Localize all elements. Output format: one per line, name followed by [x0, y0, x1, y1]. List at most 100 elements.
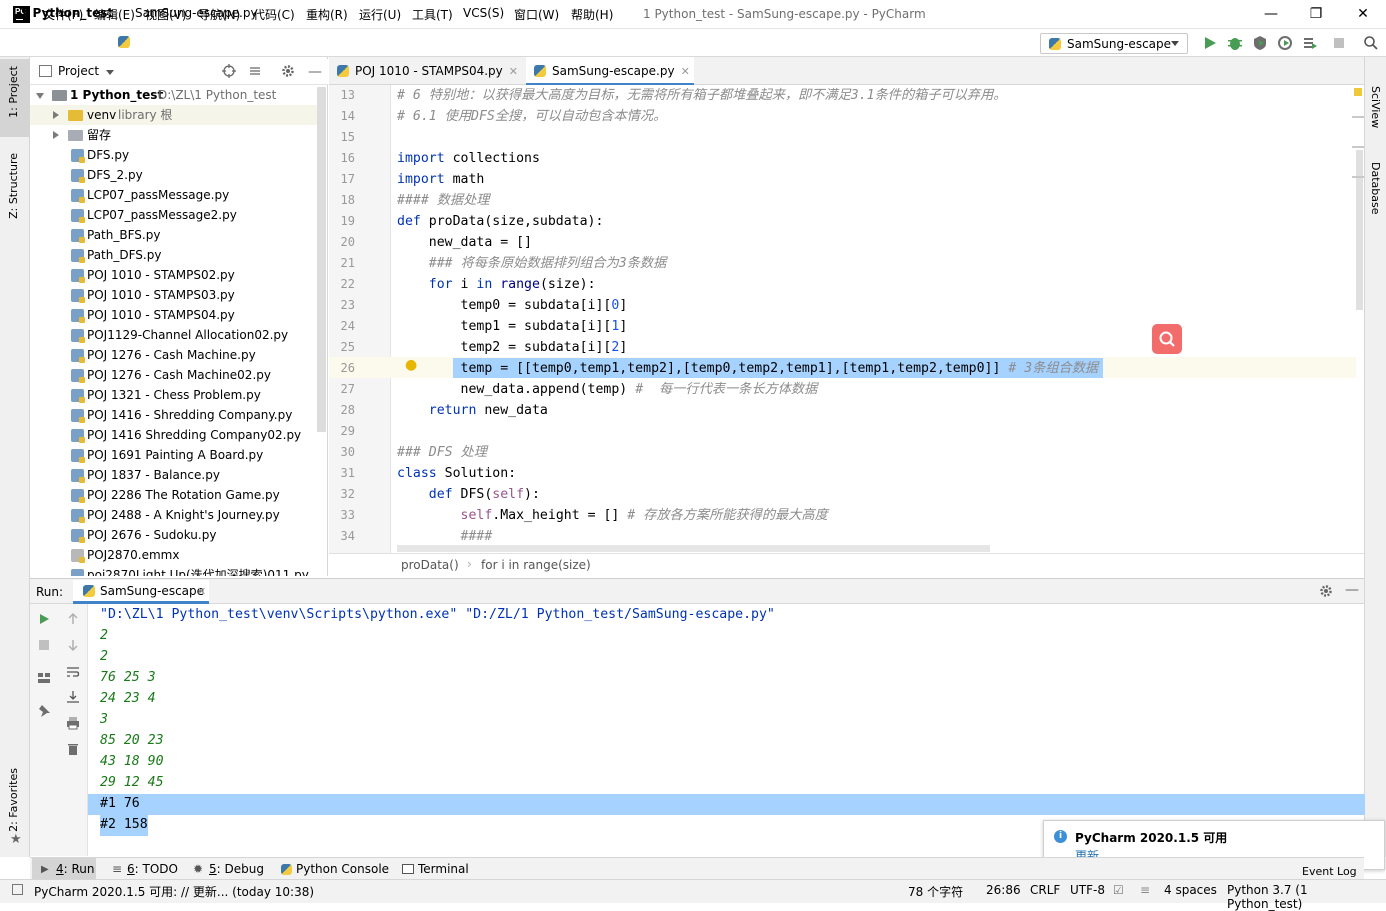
tree-file-item[interactable]: Path_BFS.py	[30, 225, 318, 245]
readonly-lock-icon[interactable]: ☑	[1113, 883, 1124, 897]
tree-root[interactable]: 1 Python_test D:\ZL\1 Python_test	[30, 85, 318, 105]
tree-file-item[interactable]: POJ 1321 - Chess Problem.py	[30, 385, 318, 405]
bottom-tab-todo[interactable]: 6: TODO	[127, 862, 178, 876]
coverage-icon[interactable]	[1252, 35, 1268, 51]
tree-file-item[interactable]: POJ 2488 - A Knight's Journey.py	[30, 505, 318, 525]
bottom-tab-run[interactable]: 4: Run	[56, 862, 95, 876]
status-encoding[interactable]: UTF-8	[1070, 883, 1105, 897]
editor-scroll-thumb[interactable]	[1356, 150, 1363, 310]
favorites-tool-tab[interactable]: 2: Favorites	[7, 768, 20, 832]
status-message[interactable]: PyCharm 2020.1.5 可用: // 更新... (today 10:…	[34, 883, 314, 900]
bottom-tab-terminal[interactable]: Terminal	[418, 862, 469, 876]
breadcrumb-loop[interactable]: for i in range(size)	[481, 558, 591, 572]
tree-file-item[interactable]: POJ 1837 - Balance.py	[30, 465, 318, 485]
stop-icon[interactable]	[1331, 35, 1347, 51]
tree-file-item[interactable]: POJ 1010 - STAMPS04.py	[30, 305, 318, 325]
tree-file-item[interactable]: poj2870Light Up(迭代加深搜索)011.py	[30, 565, 318, 576]
trash-icon[interactable]	[66, 742, 80, 756]
chevron-down-icon[interactable]	[106, 70, 114, 75]
editor-tab-stamps04[interactable]: POJ 1010 - STAMPS04.py ✕	[329, 57, 525, 85]
status-interpreter[interactable]: Python 3.7 (1 Python_test)	[1227, 883, 1386, 911]
menu-window[interactable]: 窗口(W)	[514, 6, 559, 23]
tree-item-venv[interactable]: venv library 根	[30, 105, 318, 125]
run-configuration-select[interactable]: SamSung-escape	[1040, 33, 1188, 54]
tree-file-item[interactable]: POJ 1276 - Cash Machine02.py	[30, 365, 318, 385]
project-scrollbar[interactable]	[317, 87, 326, 432]
minimize-icon[interactable]: —	[1261, 4, 1281, 24]
hide-panel-icon[interactable]: —	[1345, 582, 1359, 598]
editor-horizontal-scrollbar[interactable]	[397, 545, 990, 552]
search-everywhere-icon[interactable]	[1363, 35, 1379, 51]
close-tab-icon[interactable]: ✕	[509, 65, 518, 78]
tree-file-item[interactable]: DFS.py	[30, 145, 318, 165]
profile-icon[interactable]	[1277, 35, 1293, 51]
bottom-tab-debug[interactable]: 5: Debug	[209, 862, 264, 876]
pin-icon[interactable]	[37, 704, 51, 718]
gear-icon[interactable]	[281, 64, 295, 78]
concurrency-icon[interactable]	[1302, 35, 1318, 51]
debug-icon[interactable]	[1227, 35, 1243, 51]
editor-tab-samsung-escape[interactable]: SamSung-escape.py ✕	[526, 57, 694, 86]
close-icon[interactable]: ✕	[1353, 4, 1373, 24]
tree-file-item[interactable]: POJ1129-Channel Allocation02.py	[30, 325, 318, 345]
tree-item-folder[interactable]: 留存	[30, 125, 318, 145]
tree-file-item[interactable]: POJ 1276 - Cash Machine.py	[30, 345, 318, 365]
inspection-warning-icon[interactable]	[1354, 88, 1362, 96]
menu-vcs[interactable]: VCS(S)	[463, 6, 504, 20]
database-tool-tab[interactable]: Database	[1369, 162, 1382, 215]
tree-file-item[interactable]: POJ2870.emmx	[30, 545, 318, 565]
tree-file-item[interactable]: POJ 1691 Painting A Board.py	[30, 445, 318, 465]
menu-run[interactable]: 运行(U)	[359, 6, 401, 23]
collapse-all-icon[interactable]	[248, 64, 262, 78]
tool-windows-icon[interactable]	[12, 884, 23, 895]
status-line-separator[interactable]: CRLF	[1030, 883, 1060, 897]
status-char-count: 78 个字符	[908, 885, 964, 899]
stop-icon[interactable]	[37, 638, 51, 652]
locate-icon[interactable]	[222, 64, 236, 78]
run-icon[interactable]	[1202, 35, 1218, 51]
sciview-tool-tab[interactable]: SciView	[1369, 86, 1382, 128]
floating-search-button[interactable]	[1152, 324, 1182, 354]
menu-tools[interactable]: 工具(T)	[412, 6, 453, 23]
event-log-tab[interactable]: Event Log	[1302, 866, 1357, 877]
tree-file-item[interactable]: POJ 1416 Shredding Company02.py	[30, 425, 318, 445]
tree-file-item[interactable]: POJ 1010 - STAMPS02.py	[30, 265, 318, 285]
console-output-line: 43 18 90	[100, 754, 164, 769]
status-indent[interactable]: 4 spaces	[1164, 883, 1217, 897]
structure-tool-tab[interactable]: Z: Structure	[7, 153, 20, 219]
menu-code[interactable]: 代码(C)	[253, 6, 295, 23]
tree-file-item[interactable]: POJ 1416 - Shredding Company.py	[30, 405, 318, 425]
tree-file-item[interactable]: Path_DFS.py	[30, 245, 318, 265]
python-file-icon	[71, 149, 85, 163]
soft-wrap-icon[interactable]	[66, 665, 80, 679]
bottom-tab-python-console[interactable]: Python Console	[296, 862, 389, 876]
close-tab-icon[interactable]: ✕	[197, 585, 206, 598]
gear-icon[interactable]	[1319, 584, 1333, 598]
scroll-to-end-icon[interactable]	[66, 690, 80, 704]
layout-icon[interactable]	[37, 671, 51, 685]
arrow-down-icon[interactable]	[66, 638, 80, 652]
maximize-icon[interactable]: ❐	[1306, 4, 1326, 24]
tree-file-item[interactable]: POJ 2676 - Sudoku.py	[30, 525, 318, 545]
tree-file-item[interactable]: LCP07_passMessage2.py	[30, 205, 318, 225]
console-output-line: 29 12 45	[100, 775, 164, 790]
tree-file-item[interactable]: POJ 2286 The Rotation Game.py	[30, 485, 318, 505]
rerun-icon[interactable]	[37, 612, 51, 626]
nav-file[interactable]: SamSung-escape.py	[135, 6, 258, 20]
nav-project[interactable]: 1 Python_test	[20, 6, 113, 20]
run-tab-samsung-escape[interactable]: SamSung-escape ✕	[73, 580, 209, 604]
arrow-up-icon[interactable]	[66, 612, 80, 626]
tree-file-item[interactable]: LCP07_passMessage.py	[30, 185, 318, 205]
project-tool-tab[interactable]: 1: Project	[7, 66, 20, 118]
print-icon[interactable]	[66, 716, 80, 730]
breadcrumb-function[interactable]: proData()	[401, 558, 459, 572]
tree-file-item[interactable]: POJ 1010 - STAMPS03.py	[30, 285, 318, 305]
close-tab-icon[interactable]: ✕	[681, 65, 690, 78]
tree-file-item[interactable]: DFS_2.py	[30, 165, 318, 185]
status-caret-position[interactable]: 26:86	[986, 883, 1021, 897]
project-panel-title[interactable]: Project	[58, 64, 99, 78]
console-output[interactable]	[88, 604, 1356, 856]
menu-refactor[interactable]: 重构(R)	[306, 6, 348, 23]
hide-panel-icon[interactable]: —	[308, 64, 322, 80]
menu-help[interactable]: 帮助(H)	[571, 6, 613, 23]
